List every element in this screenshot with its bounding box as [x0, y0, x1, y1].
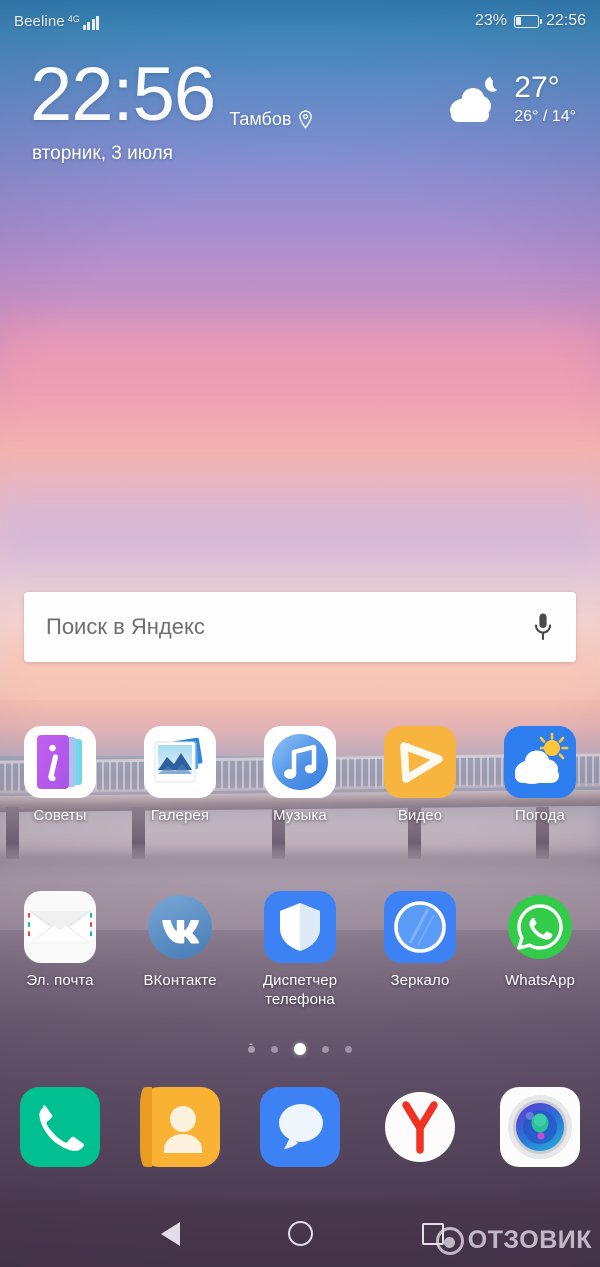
dock — [0, 1087, 600, 1167]
page-dot-home[interactable] — [248, 1043, 255, 1053]
status-bar-right: 23% 22:56 — [475, 12, 586, 30]
dock-item-camera[interactable] — [480, 1087, 600, 1167]
video-icon[interactable] — [384, 726, 456, 798]
yandex-y-icon[interactable] — [380, 1087, 460, 1167]
page-dot[interactable] — [322, 1045, 329, 1053]
status-bar-left: Beeline 4G — [14, 12, 100, 30]
dock-item-contacts[interactable] — [120, 1087, 240, 1167]
email-icon[interactable] — [24, 891, 96, 963]
app-music[interactable]: Музыка — [240, 726, 360, 826]
phone-handset-icon[interactable] — [20, 1087, 100, 1167]
status-bar-clock: 22:56 — [545, 12, 586, 29]
page-dot-active[interactable] — [294, 1043, 306, 1055]
app-label: Галерея — [150, 807, 210, 824]
nav-back-button[interactable] — [105, 1200, 235, 1267]
cloud-moon-icon — [446, 76, 508, 124]
app-label: ВКонтакте — [143, 972, 217, 989]
battery-fill — [516, 17, 522, 25]
whatsapp-icon[interactable] — [504, 891, 576, 963]
app-label: WhatsApp — [505, 972, 575, 989]
clock-row: 22:56 Тамбов 27° 26° / 14° — [0, 57, 600, 133]
message-bubble-icon[interactable] — [260, 1087, 340, 1167]
weather-block[interactable]: 27° 26° / 14° — [446, 70, 576, 126]
app-mirror[interactable]: Зеркало — [360, 891, 480, 1009]
gallery-icon[interactable] — [144, 726, 216, 798]
tips-icon[interactable] — [24, 726, 96, 798]
app-grid-row-1: Советы Галерея Музыка Видео Погода — [0, 726, 600, 826]
contacts-person-icon[interactable] — [140, 1087, 220, 1167]
network-type-label: 4G — [67, 13, 80, 24]
app-phone-manager[interactable]: Диспетчер телефона — [240, 891, 360, 1009]
vk-icon[interactable] — [144, 891, 216, 963]
back-triangle-icon — [160, 1221, 180, 1246]
app-label: Зеркало — [390, 972, 450, 989]
clock-time[interactable]: 22:56 — [30, 57, 216, 133]
clock-weather-widget[interactable]: 22:56 Тамбов 27° 26° / 14° вторник, 3 ию… — [0, 57, 600, 165]
home-circle-icon — [287, 1221, 313, 1246]
camera-lens-icon[interactable] — [500, 1087, 580, 1167]
app-whatsapp[interactable]: WhatsApp — [480, 891, 600, 1009]
yandex-search-bar[interactable]: Поиск в Яндекс — [24, 592, 576, 662]
battery-icon — [513, 14, 542, 28]
weather-temp-range: 26° / 14° — [514, 108, 576, 125]
weather-current-temp: 27° — [514, 71, 560, 104]
app-grid-row-2: Эл. почта ВКонтакте Диспетчер телефона З… — [0, 891, 600, 1009]
app-gallery[interactable]: Галерея — [120, 726, 240, 826]
status-bar: Beeline 4G 23% 22:56 — [0, 0, 600, 42]
page-dot[interactable] — [345, 1045, 352, 1053]
clock-city-label: Тамбов — [229, 109, 292, 129]
dock-item-yandex-browser[interactable] — [360, 1087, 480, 1167]
app-video[interactable]: Видео — [360, 726, 480, 826]
app-tips[interactable]: Советы — [0, 726, 120, 826]
search-input[interactable]: Поиск в Яндекс — [46, 614, 532, 640]
location-pin-icon — [298, 110, 313, 129]
battery-percent-label: 23% — [474, 12, 507, 29]
app-label: Погода — [515, 807, 565, 824]
mirror-icon[interactable] — [384, 891, 456, 963]
watermark-text: ОТЗОВИК — [467, 1226, 592, 1254]
phone-manager-icon[interactable] — [264, 891, 336, 963]
app-label: Диспетчер телефона — [262, 972, 338, 1008]
app-label: Эл. почта — [26, 972, 94, 989]
carrier-label: Beeline — [14, 12, 65, 30]
otzovik-logo-icon — [435, 1226, 464, 1255]
app-weather[interactable]: Погода — [480, 726, 600, 826]
music-icon[interactable] — [264, 726, 336, 798]
weather-temps: 27° 26° / 14° — [514, 73, 576, 126]
app-label: Видео — [397, 807, 443, 824]
app-email[interactable]: Эл. почта — [0, 891, 120, 1009]
page-indicator[interactable] — [0, 1043, 600, 1055]
app-label: Советы — [33, 807, 87, 824]
app-label: Музыка — [273, 807, 327, 824]
microphone-icon[interactable] — [532, 612, 554, 642]
signal-bars-icon — [82, 15, 100, 30]
watermark: ОТЗОВИК — [435, 1226, 592, 1255]
page-dot[interactable] — [271, 1045, 278, 1053]
nav-home-button[interactable] — [235, 1200, 365, 1267]
app-vkontakte[interactable]: ВКонтакте — [120, 891, 240, 1009]
dock-item-phone[interactable] — [0, 1087, 120, 1167]
dock-item-messages[interactable] — [240, 1087, 360, 1167]
clock-location[interactable]: Тамбов — [229, 109, 313, 130]
clock-date: вторник, 3 июля — [32, 143, 173, 164]
weather-icon[interactable] — [504, 726, 576, 798]
